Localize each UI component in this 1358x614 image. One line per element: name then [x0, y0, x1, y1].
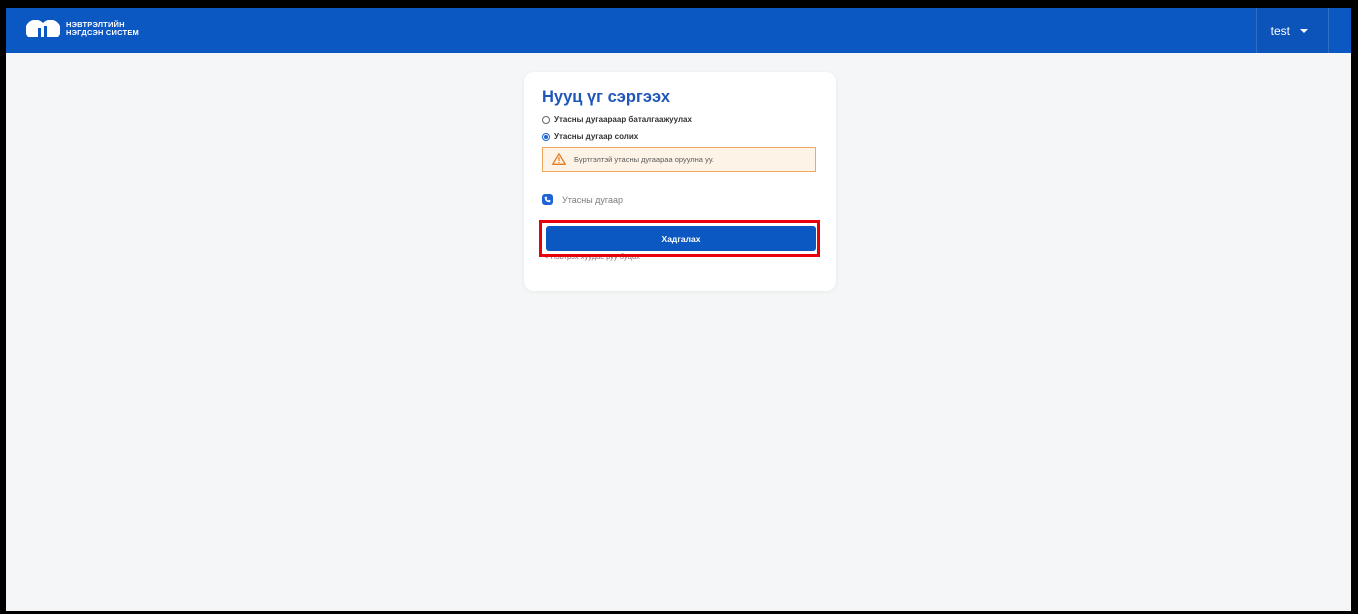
reset-password-card: Нууц үг сэргээх Утасны дугаараар баталга…: [524, 72, 836, 291]
user-name: test: [1270, 23, 1290, 38]
option-verify-phone-label: Утасны дугаараар баталгаажуулах: [554, 115, 692, 124]
app-screen: НЭВТРЭЛТИЙН НЭГДСЭН СИСТЕМ test Нууц үг …: [6, 8, 1351, 611]
logo-line-2: НЭГДСЭН СИСТЕМ: [66, 28, 139, 37]
radio-change-phone[interactable]: [542, 132, 550, 141]
user-menu[interactable]: test: [1255, 8, 1329, 53]
phone-icon: [542, 194, 553, 205]
save-button-highlight: [539, 220, 820, 257]
radio-verify-phone[interactable]: [542, 115, 550, 124]
warning-triangle-icon: [552, 152, 566, 167]
alert-text: Бүртгэлтэй утасны дугаараа оруулна уу.: [574, 155, 714, 164]
option-change-phone[interactable]: Утасны дугаар солих: [542, 132, 638, 141]
logo[interactable]: НЭВТРЭЛТИЙН НЭГДСЭН СИСТЕМ: [26, 20, 139, 38]
cloud-logo-icon: [26, 20, 60, 38]
phone-input[interactable]: [562, 194, 802, 205]
top-navbar: НЭВТРЭЛТИЙН НЭГДСЭН СИСТЕМ test: [6, 8, 1351, 53]
page-title: Нууц үг сэргээх: [542, 88, 671, 106]
logo-text: НЭВТРЭЛТИЙН НЭГДСЭН СИСТЕМ: [66, 21, 139, 37]
warning-alert: Бүртгэлтэй утасны дугаараа оруулна уу.: [542, 147, 816, 172]
phone-field: [542, 194, 816, 205]
option-verify-phone[interactable]: Утасны дугаараар баталгаажуулах: [542, 115, 692, 124]
option-change-phone-label: Утасны дугаар солих: [554, 132, 639, 141]
caret-down-icon: [1300, 28, 1308, 33]
